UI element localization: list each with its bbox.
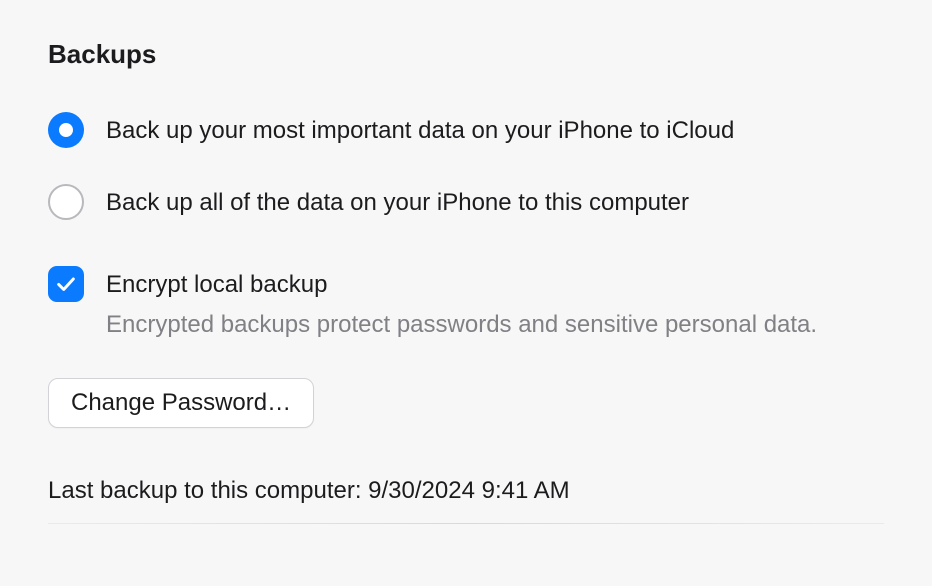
radio-computer[interactable] [48,184,84,220]
section-title: Backups [48,36,884,72]
backup-destination-radio-group: Back up your most important data on your… [48,112,884,220]
encrypt-checkbox-label: Encrypt local backup [106,268,327,302]
encrypt-description: Encrypted backups protect passwords and … [106,308,884,342]
encrypt-checkbox[interactable] [48,266,84,302]
divider [48,523,884,524]
radio-label-computer: Back up all of the data on your iPhone t… [106,186,689,220]
encrypt-checkbox-row[interactable]: Encrypt local backup [48,266,884,302]
radio-icloud[interactable] [48,112,84,148]
change-password-button[interactable]: Change Password… [48,378,314,428]
radio-label-icloud: Back up your most important data on your… [106,114,734,148]
last-backup-text: Last backup to this computer: 9/30/2024 … [48,474,884,508]
radio-row-computer[interactable]: Back up all of the data on your iPhone t… [48,184,884,220]
radio-selected-indicator-icon [59,123,73,137]
radio-row-icloud[interactable]: Back up your most important data on your… [48,112,884,148]
checkmark-icon [55,273,77,295]
